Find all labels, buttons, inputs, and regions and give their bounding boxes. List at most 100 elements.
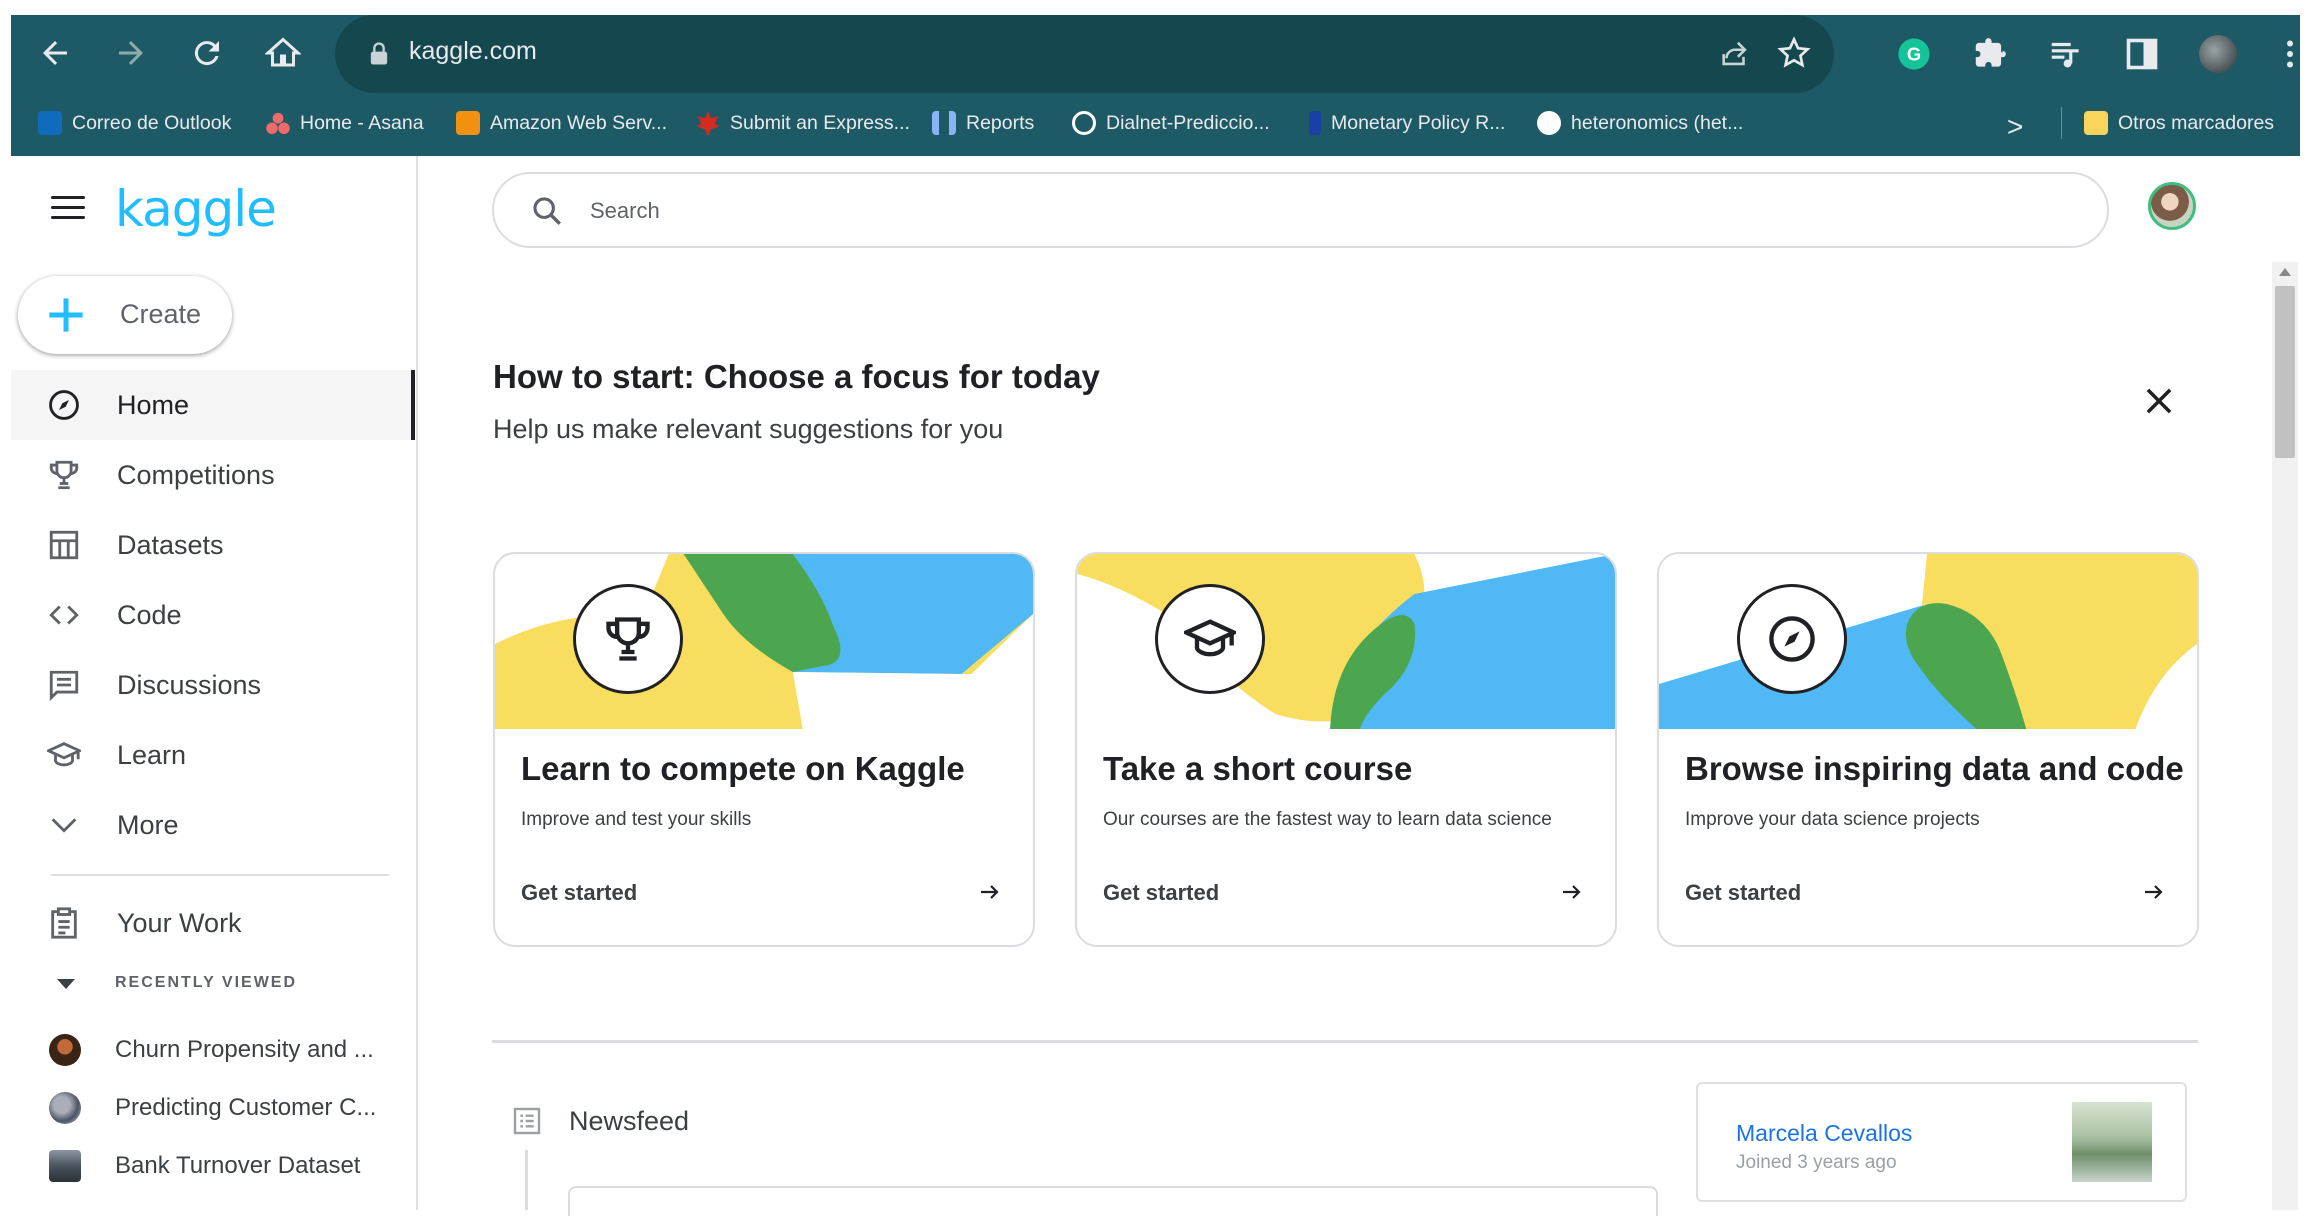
profile-avatar (2199, 35, 2237, 73)
bookmark-other-folder[interactable]: Otros marcadores (2084, 111, 2274, 135)
nav-item-competitions[interactable]: Competitions (11, 440, 415, 510)
card-get-started-link[interactable]: Get started (1685, 880, 1801, 906)
card-icon-circle (1737, 584, 1847, 694)
recent-thumbnail (49, 1034, 81, 1066)
focus-subheading: Help us make relevant suggestions for yo… (493, 414, 1004, 444)
home-icon (265, 37, 301, 67)
profile-card[interactable]: Marcela Cevallos Joined 3 years ago (1696, 1082, 2187, 1202)
nav-label: Datasets (117, 530, 224, 560)
maple-leaf-icon (696, 111, 720, 135)
create-button[interactable]: Create (18, 276, 232, 354)
bookmark-dialnet[interactable]: Dialnet-Prediccio... (1072, 111, 1270, 135)
asana-icon (266, 111, 290, 135)
bookmark-express[interactable]: Submit an Express... (696, 111, 910, 135)
card-get-started-link[interactable]: Get started (521, 880, 637, 906)
bookmark-label: Monetary Policy R... (1331, 111, 1506, 134)
clipboard-icon (51, 907, 77, 939)
recent-item[interactable]: Churn Propensity and ... (11, 1024, 415, 1074)
bookmark-label: Submit an Express... (730, 111, 910, 134)
trophy-icon (606, 617, 650, 661)
arrow-right-icon[interactable] (975, 880, 1005, 904)
media-control-button[interactable] (2043, 31, 2089, 77)
bookmark-label: Amazon Web Serv... (490, 111, 668, 134)
arrow-right-icon[interactable] (2139, 880, 2169, 904)
recent-item[interactable]: Predicting Customer C... (11, 1082, 415, 1132)
back-arrow-icon (43, 41, 67, 65)
home-button[interactable] (259, 29, 307, 77)
reports-icon (932, 111, 956, 135)
card-get-started-link[interactable]: Get started (1103, 880, 1219, 906)
recently-viewed-caret-icon[interactable] (57, 979, 75, 989)
nav-item-your-work[interactable]: Your Work (11, 888, 415, 958)
bookmarks-separator (2061, 107, 2062, 139)
url-text[interactable]: kaggle.com (409, 37, 537, 66)
bookmark-aws[interactable]: Amazon Web Serv... (456, 111, 667, 135)
back-button[interactable] (31, 29, 79, 77)
bookmark-reports[interactable]: Reports (932, 111, 1034, 135)
card-title: Learn to compete on Kaggle (521, 750, 965, 787)
nav-item-more[interactable]: More (11, 790, 415, 860)
recent-label: Bank Turnover Dataset (115, 1152, 361, 1179)
bookmark-label: Home - Asana (300, 111, 424, 134)
page-scrollbar[interactable] (2272, 262, 2298, 1210)
nav-label: Your Work (117, 908, 242, 938)
focus-card-compete[interactable]: Learn to compete on Kaggle Improve and t… (493, 552, 1035, 947)
code-icon (49, 605, 79, 625)
bookmarks-bar: Correo de Outlook Home - Asana Amazon We… (11, 93, 2300, 156)
search-bar[interactable] (492, 172, 2109, 248)
newsfeed-card[interactable] (568, 1186, 1658, 1216)
scrollbar-thumb[interactable] (2275, 286, 2295, 458)
bookmark-label: Correo de Outlook (72, 111, 232, 134)
graduation-cap-icon (1184, 619, 1236, 657)
kebab-menu-icon (2287, 40, 2293, 68)
document-icon (1309, 111, 1321, 135)
side-panel-button[interactable] (2119, 31, 2165, 77)
card-icon-circle (1155, 584, 1265, 694)
playlist-icon (2051, 42, 2079, 68)
profile-name-link[interactable]: Marcela Cevallos (1736, 1120, 1912, 1147)
bookmark-github[interactable]: heteronomics (het... (1537, 111, 1743, 135)
focus-heading: How to start: Choose a focus for today (493, 358, 1100, 395)
outlook-icon (38, 111, 62, 135)
extensions-button[interactable] (1967, 31, 2013, 77)
share-icon[interactable] (1718, 37, 1752, 71)
kaggle-logo[interactable]: kaggle (115, 180, 277, 238)
nav-item-home[interactable]: Home (11, 370, 415, 440)
recent-thumbnail (49, 1092, 81, 1124)
nav-item-code[interactable]: Code (11, 580, 415, 650)
bookmark-monetary-policy[interactable]: Monetary Policy R... (1309, 111, 1505, 135)
bookmark-star-icon[interactable] (1776, 35, 1812, 71)
hamburger-menu-icon[interactable] (51, 196, 85, 222)
bookmark-outlook[interactable]: Correo de Outlook (38, 111, 231, 135)
address-bar[interactable]: kaggle.com (335, 15, 1834, 93)
bookmark-label: Dialnet-Prediccio... (1106, 111, 1270, 134)
bookmark-asana[interactable]: Home - Asana (266, 111, 424, 135)
user-avatar[interactable] (2148, 182, 2196, 230)
scroll-up-arrow-icon[interactable] (2279, 268, 2291, 276)
reload-button[interactable] (183, 29, 231, 77)
card-description: Improve your data science projects (1685, 809, 1980, 830)
newsfeed-heading: Newsfeed (569, 1106, 690, 1136)
dialnet-icon (1072, 111, 1096, 135)
focus-card-course[interactable]: Take a short course Our courses are the … (1075, 552, 1617, 947)
github-icon (1537, 111, 1561, 135)
lock-icon (370, 42, 388, 65)
forward-button[interactable] (107, 29, 155, 77)
focus-card-browse[interactable]: Browse inspiring data and code Improve y… (1657, 552, 2199, 947)
profile-joined-text: Joined 3 years ago (1736, 1152, 1897, 1173)
nav-item-datasets[interactable]: Datasets (11, 510, 415, 580)
recent-item[interactable]: Bank Turnover Dataset (11, 1140, 415, 1190)
browser-menu-button[interactable] (2267, 31, 2313, 77)
puzzle-icon (1975, 38, 2006, 67)
bookmarks-overflow-chevron-icon[interactable]: > (2007, 111, 2023, 143)
close-icon[interactable] (2140, 382, 2178, 420)
profile-button[interactable] (2195, 31, 2241, 77)
compass-icon (1769, 616, 1815, 662)
browser-toolbar: kaggle.com G (11, 15, 2300, 93)
search-input[interactable] (588, 192, 1988, 230)
grammarly-extension[interactable]: G (1891, 31, 1937, 77)
nav-item-learn[interactable]: Learn (11, 720, 415, 790)
folder-icon (2084, 111, 2108, 135)
nav-item-discussions[interactable]: Discussions (11, 650, 415, 720)
arrow-right-icon[interactable] (1557, 880, 1587, 904)
